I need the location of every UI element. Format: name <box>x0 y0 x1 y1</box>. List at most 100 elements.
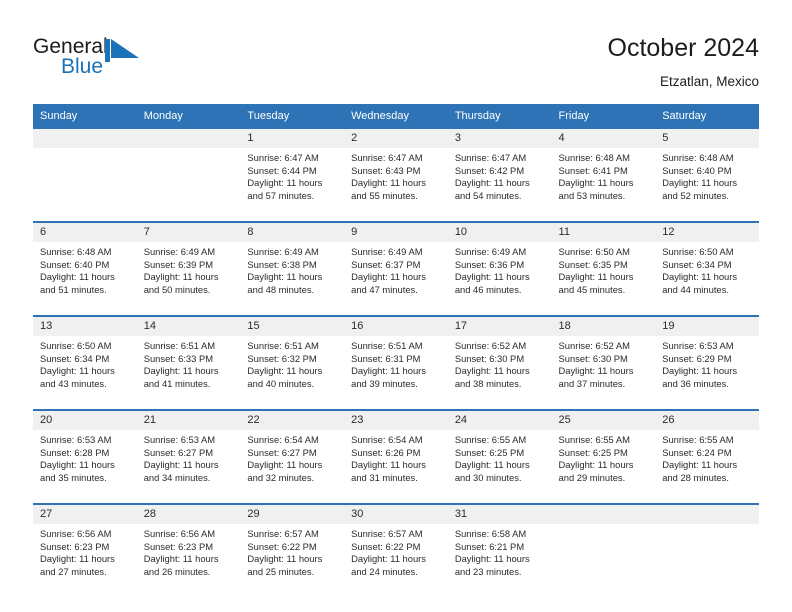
daylight-text-line1: Daylight: 11 hours <box>454 553 530 565</box>
day-number-cell[interactable]: 19 <box>655 315 759 336</box>
day-detail-cell[interactable]: Sunrise: 6:47 AM Sunset: 6:42 PM Daylight:… <box>447 148 552 222</box>
day-number-cell[interactable]: 9 <box>344 221 448 242</box>
day-number-cell[interactable]: 23 <box>344 409 448 430</box>
day-number-cell[interactable]: 1 <box>240 127 345 148</box>
day-detail-cell[interactable]: Sunrise: 6:47 AM Sunset: 6:44 PM Daylight:… <box>240 148 345 222</box>
day-number-cell[interactable]: 6 <box>33 221 137 242</box>
day-detail-cell[interactable]: Sunrise: 6:52 AM Sunset: 6:30 PM Daylight:… <box>551 336 656 410</box>
general-blue-logo[interactable]: General Blue <box>33 36 163 86</box>
day-detail-cell[interactable]: Sunrise: 6:53 AM Sunset: 6:29 PM Daylight:… <box>655 336 759 410</box>
day-detail-cell[interactable]: Sunrise: 6:53 AM Sunset: 6:27 PM Daylight:… <box>136 430 241 504</box>
weekday-header-thursday: Thursday <box>447 104 552 128</box>
day-detail-cell[interactable]: Sunrise: 6:52 AM Sunset: 6:30 PM Daylight:… <box>447 336 552 410</box>
day-detail-cell[interactable]: Sunrise: 6:54 AM Sunset: 6:27 PM Daylight:… <box>240 430 345 504</box>
daylight-text-line2: and 25 minutes. <box>247 565 315 577</box>
day-detail-cell[interactable]: Sunrise: 6:48 AM Sunset: 6:40 PM Daylight:… <box>655 148 759 222</box>
day-number-cell[interactable]: 14 <box>136 315 241 336</box>
day-detail-cell[interactable]: Sunrise: 6:54 AM Sunset: 6:26 PM Daylight:… <box>344 430 448 504</box>
day-number-cell[interactable]: 16 <box>344 315 448 336</box>
day-number-cell[interactable]: 2 <box>344 127 448 148</box>
day-detail-cell[interactable]: Sunrise: 6:49 AM Sunset: 6:39 PM Daylight:… <box>136 242 241 316</box>
day-number-cell[interactable]: 31 <box>447 503 552 524</box>
sunrise-text: Sunrise: 6:50 AM <box>40 340 112 351</box>
day-number-cell[interactable]: 17 <box>447 315 552 336</box>
sunrise-text: Sunrise: 6:49 AM <box>454 246 527 257</box>
sunset-text: Sunset: 6:31 PM <box>351 352 421 364</box>
day-number-cell[interactable]: 28 <box>136 503 241 524</box>
day-number-empty <box>655 503 759 524</box>
sunset-text: Sunset: 6:38 PM <box>247 258 317 270</box>
day-detail-cell[interactable]: Sunrise: 6:49 AM Sunset: 6:37 PM Daylight:… <box>344 242 448 316</box>
day-number-cell[interactable]: 3 <box>447 127 552 148</box>
week-detail-row: Sunrise: 6:50 AM Sunset: 6:34 PM Daylight:… <box>33 336 759 410</box>
daylight-text-line1: Daylight: 11 hours <box>247 365 323 377</box>
day-detail-empty <box>33 148 137 222</box>
day-detail-cell[interactable]: Sunrise: 6:57 AM Sunset: 6:22 PM Daylight:… <box>240 524 345 597</box>
day-number-cell[interactable]: 21 <box>136 409 241 430</box>
day-number-cell[interactable]: 18 <box>551 315 656 336</box>
daylight-text-line1: Daylight: 11 hours <box>351 271 426 283</box>
day-detail-cell[interactable]: Sunrise: 6:48 AM Sunset: 6:41 PM Daylight:… <box>551 148 656 222</box>
day-detail-cell[interactable]: Sunrise: 6:58 AM Sunset: 6:21 PM Daylight:… <box>447 524 552 597</box>
day-detail-empty <box>136 148 241 222</box>
day-detail-cell[interactable]: Sunrise: 6:49 AM Sunset: 6:36 PM Daylight:… <box>447 242 552 316</box>
day-number-cell[interactable]: 20 <box>33 409 137 430</box>
day-detail-cell[interactable]: Sunrise: 6:51 AM Sunset: 6:33 PM Daylight:… <box>136 336 241 410</box>
daylight-text-line2: and 23 minutes. <box>454 565 522 577</box>
daylight-text-line1: Daylight: 11 hours <box>40 459 115 471</box>
day-detail-cell[interactable]: Sunrise: 6:49 AM Sunset: 6:38 PM Daylight:… <box>240 242 345 316</box>
sunrise-text: Sunrise: 6:55 AM <box>454 434 527 445</box>
sunrise-text: Sunrise: 6:50 AM <box>662 246 734 257</box>
day-detail-cell[interactable]: Sunrise: 6:55 AM Sunset: 6:25 PM Daylight:… <box>447 430 552 504</box>
day-number-cell[interactable]: 8 <box>240 221 345 242</box>
sunrise-text: Sunrise: 6:48 AM <box>662 152 734 163</box>
day-number-cell[interactable]: 4 <box>551 127 656 148</box>
day-number-cell[interactable]: 27 <box>33 503 137 524</box>
day-number-cell[interactable]: 29 <box>240 503 345 524</box>
day-number-cell[interactable]: 25 <box>551 409 656 430</box>
daylight-text-line1: Daylight: 11 hours <box>558 365 634 377</box>
daylight-text-line1: Daylight: 11 hours <box>454 365 530 377</box>
week-daynumber-row: 6 7 8 9 10 11 12 <box>33 221 759 242</box>
day-number-cell[interactable]: 15 <box>240 315 345 336</box>
day-number-cell[interactable]: 13 <box>33 315 137 336</box>
day-number-cell[interactable]: 11 <box>551 221 656 242</box>
day-detail-cell[interactable]: Sunrise: 6:55 AM Sunset: 6:24 PM Daylight:… <box>655 430 759 504</box>
day-detail-cell[interactable]: Sunrise: 6:50 AM Sunset: 6:35 PM Daylight:… <box>551 242 656 316</box>
day-detail-cell[interactable]: Sunrise: 6:55 AM Sunset: 6:25 PM Daylight:… <box>551 430 656 504</box>
calendar-header-row: Sunday Monday Tuesday Wednesday Thursday… <box>33 104 759 128</box>
day-number-cell[interactable]: 22 <box>240 409 345 430</box>
day-detail-cell[interactable]: Sunrise: 6:51 AM Sunset: 6:31 PM Daylight:… <box>344 336 448 410</box>
week-detail-row: Sunrise: 6:48 AM Sunset: 6:40 PM Daylight:… <box>33 242 759 316</box>
daylight-text-line2: and 51 minutes. <box>40 283 107 295</box>
sunrise-text: Sunrise: 6:55 AM <box>558 434 630 445</box>
day-number-empty <box>136 127 241 148</box>
day-detail-cell[interactable]: Sunrise: 6:47 AM Sunset: 6:43 PM Daylight:… <box>344 148 448 222</box>
day-number-cell[interactable]: 24 <box>447 409 552 430</box>
daylight-text-line1: Daylight: 11 hours <box>143 459 219 471</box>
day-detail-cell[interactable]: Sunrise: 6:56 AM Sunset: 6:23 PM Daylight:… <box>33 524 137 597</box>
day-number-cell[interactable]: 30 <box>344 503 448 524</box>
sunrise-text: Sunrise: 6:48 AM <box>40 246 112 257</box>
daylight-text-line1: Daylight: 11 hours <box>662 459 738 471</box>
day-detail-cell[interactable]: Sunrise: 6:50 AM Sunset: 6:34 PM Daylight:… <box>655 242 759 316</box>
day-number-cell[interactable]: 10 <box>447 221 552 242</box>
daylight-text-line2: and 50 minutes. <box>143 283 211 295</box>
day-number-cell[interactable]: 26 <box>655 409 759 430</box>
sunrise-text: Sunrise: 6:51 AM <box>351 340 423 351</box>
day-number-cell[interactable]: 7 <box>136 221 241 242</box>
day-detail-cell[interactable]: Sunrise: 6:56 AM Sunset: 6:23 PM Daylight:… <box>136 524 241 597</box>
day-detail-cell[interactable]: Sunrise: 6:57 AM Sunset: 6:22 PM Daylight:… <box>344 524 448 597</box>
day-detail-cell[interactable]: Sunrise: 6:51 AM Sunset: 6:32 PM Daylight:… <box>240 336 345 410</box>
day-detail-cell[interactable]: Sunrise: 6:50 AM Sunset: 6:34 PM Daylight:… <box>33 336 137 410</box>
daylight-text-line1: Daylight: 11 hours <box>454 177 530 189</box>
day-detail-cell[interactable]: Sunrise: 6:48 AM Sunset: 6:40 PM Daylight:… <box>33 242 137 316</box>
weekday-header-monday: Monday <box>136 104 241 128</box>
day-number-cell[interactable]: 12 <box>655 221 759 242</box>
day-detail-cell[interactable]: Sunrise: 6:53 AM Sunset: 6:28 PM Daylight:… <box>33 430 137 504</box>
title-block: October 2024 Etzatlan, Mexico <box>608 32 760 92</box>
day-number-cell[interactable]: 5 <box>655 127 759 148</box>
sunset-text: Sunset: 6:22 PM <box>247 540 317 552</box>
week-daynumber-row: 13 14 15 16 17 18 19 <box>33 315 759 336</box>
week-detail-row: Sunrise: 6:56 AM Sunset: 6:23 PM Daylight:… <box>33 524 759 597</box>
